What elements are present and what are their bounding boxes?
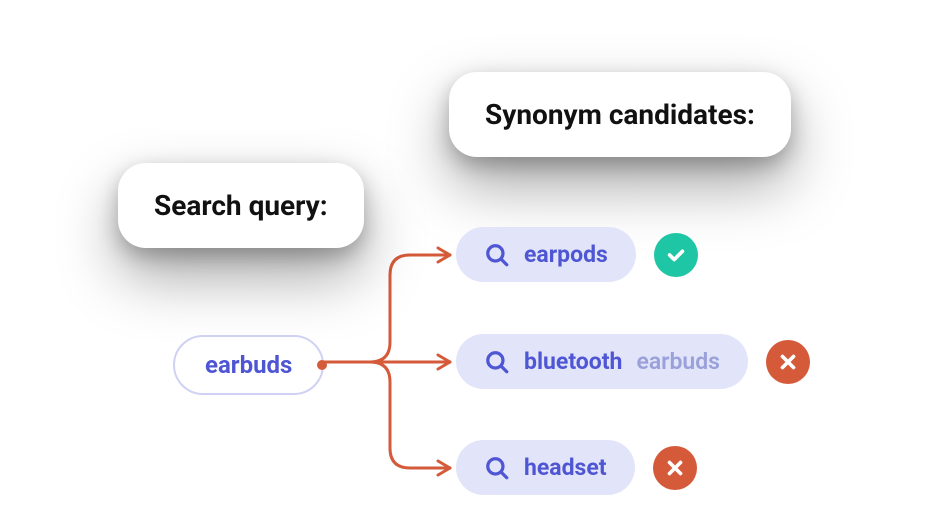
search-query-heading: Search query: [118,163,364,248]
candidate-term-primary: headset [524,454,607,481]
diagram-canvas: Search query: Synonym candidates: earbud… [0,0,934,520]
accept-badge [654,233,698,277]
candidate-pill: headset [456,440,635,495]
synonym-candidates-heading-text: Synonym candidates: [485,98,755,131]
search-icon [484,242,510,268]
synonym-candidates-heading: Synonym candidates: [449,72,791,157]
search-icon [484,349,510,375]
close-icon [777,351,799,373]
search-query-pill: earbuds [173,335,324,395]
candidate-row: bluetooth earbuds [456,334,810,389]
candidate-term-secondary: earbuds [636,348,720,375]
candidate-term-primary: bluetooth [524,348,622,375]
candidate-row: earpods [456,227,698,282]
candidate-term-primary: earpods [524,241,608,268]
connector-origin-dot [317,360,327,370]
reject-badge [766,340,810,384]
search-query-heading-text: Search query: [154,189,328,222]
search-icon [484,455,510,481]
reject-badge [653,446,697,490]
close-icon [664,457,686,479]
candidate-row: headset [456,440,697,495]
candidate-pill: bluetooth earbuds [456,334,748,389]
candidate-pill: earpods [456,227,636,282]
check-icon [665,244,687,266]
search-query-term: earbuds [205,351,292,379]
